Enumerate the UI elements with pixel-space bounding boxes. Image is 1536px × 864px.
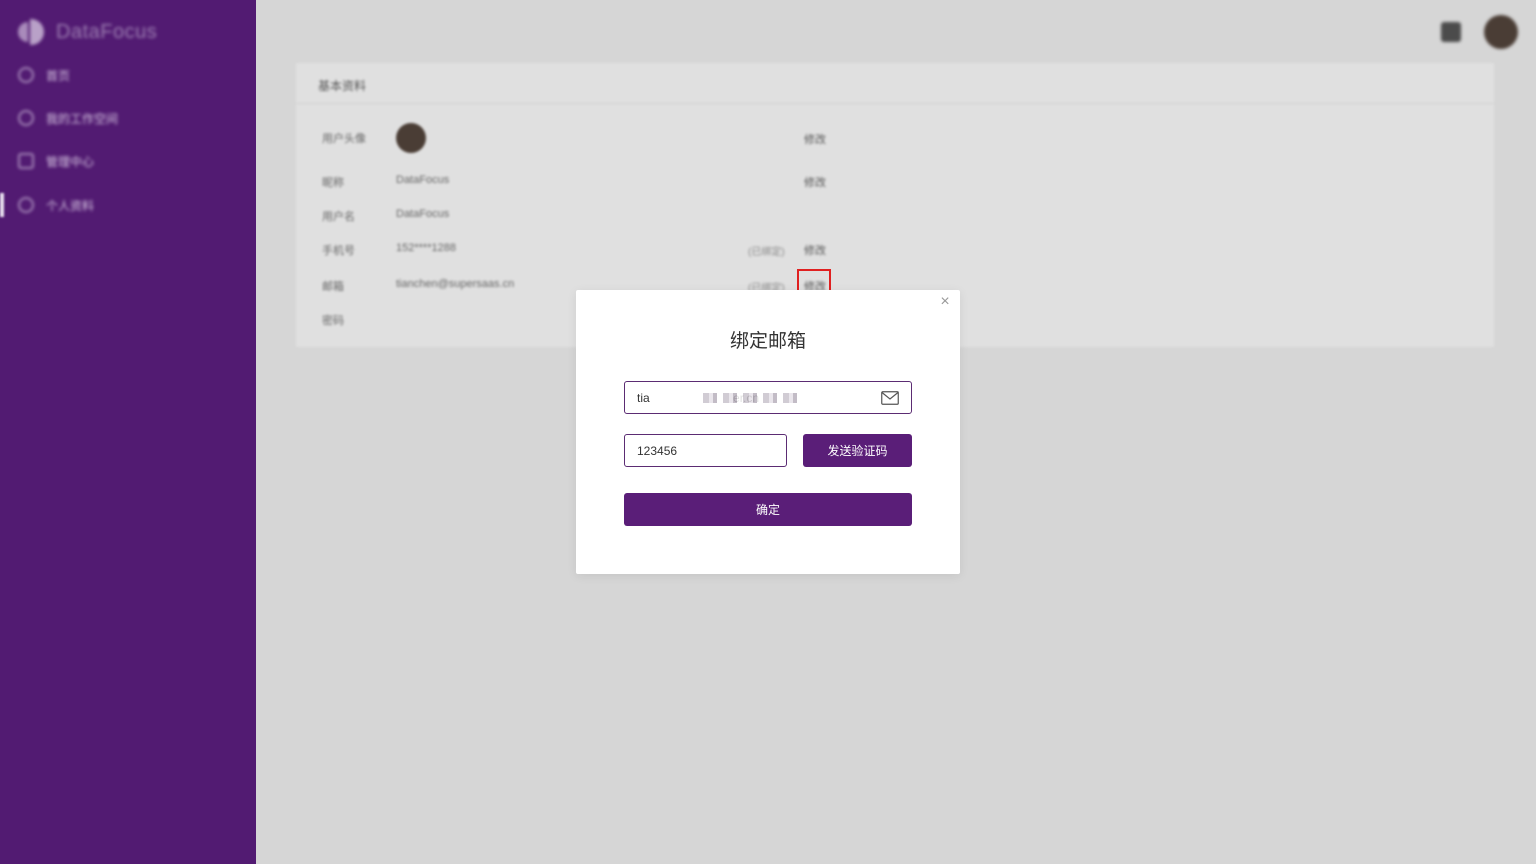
bind-email-dialog: × 绑定邮箱 发送验证码 确定 (576, 290, 960, 574)
sidebar-item-workspace[interactable]: 我的工作空间 (18, 108, 118, 128)
divider (296, 103, 1494, 104)
mail-icon (881, 391, 899, 405)
avatar[interactable] (1484, 15, 1518, 49)
row-label-email: 邮箱 (322, 281, 344, 293)
workspace-icon (18, 110, 34, 126)
row-tag-phone: (已绑定) (748, 247, 785, 258)
sidebar-item-home[interactable]: 首页 (18, 65, 70, 85)
sidebar-item-label: 首页 (46, 68, 71, 83)
row-label-username: 用户名 (322, 211, 355, 223)
edit-avatar-button[interactable]: 修改 (804, 131, 826, 147)
datafocus-logo-icon (18, 19, 44, 45)
brand-name: DataFocus (56, 20, 158, 43)
row-label-nickname: 昵称 (322, 177, 344, 189)
row-label-avatar: 用户头像 (322, 133, 366, 145)
send-code-button[interactable]: 发送验证码 (803, 434, 912, 467)
card-title: 基本资料 (318, 79, 367, 93)
home-icon (18, 67, 34, 83)
profile-avatar (396, 123, 426, 153)
edit-phone-button[interactable]: 修改 (804, 242, 826, 258)
sidebar-item-profile[interactable]: 个人资料 (18, 195, 94, 215)
sidebar-item-label: 我的工作空间 (46, 111, 119, 126)
verification-code-input[interactable] (637, 435, 777, 466)
row-label-phone: 手机号 (322, 245, 355, 257)
row-value-phone: 152****1288 (396, 242, 456, 254)
verification-code-field[interactable] (624, 434, 787, 467)
row-value-email: tianchen@supersaas.cn (396, 278, 515, 290)
redacted-mask (703, 393, 799, 403)
row-value-username: DataFocus (396, 208, 450, 220)
dialog-title: 绑定邮箱 (729, 331, 806, 352)
user-icon (18, 197, 34, 213)
row-value-nickname: DataFocus (396, 174, 450, 186)
close-icon[interactable]: × (938, 294, 952, 310)
row-label-password: 密码 (322, 315, 344, 327)
sidebar-item-label: 个人资料 (46, 198, 95, 213)
admin-icon (18, 153, 34, 169)
sidebar-item-label: 管理中心 (46, 154, 95, 169)
email-field[interactable] (624, 381, 912, 414)
brand[interactable]: DataFocus (18, 18, 157, 46)
sidebar-item-admin[interactable]: 管理中心 (18, 151, 94, 171)
active-indicator (0, 193, 4, 217)
confirm-button[interactable]: 确定 (624, 493, 912, 526)
edit-nickname-button[interactable]: 修改 (804, 174, 826, 190)
sidebar: DataFocus 首页 我的工作空间 管理中心 个人资料 (0, 0, 256, 864)
notification-icon[interactable] (1441, 22, 1461, 42)
